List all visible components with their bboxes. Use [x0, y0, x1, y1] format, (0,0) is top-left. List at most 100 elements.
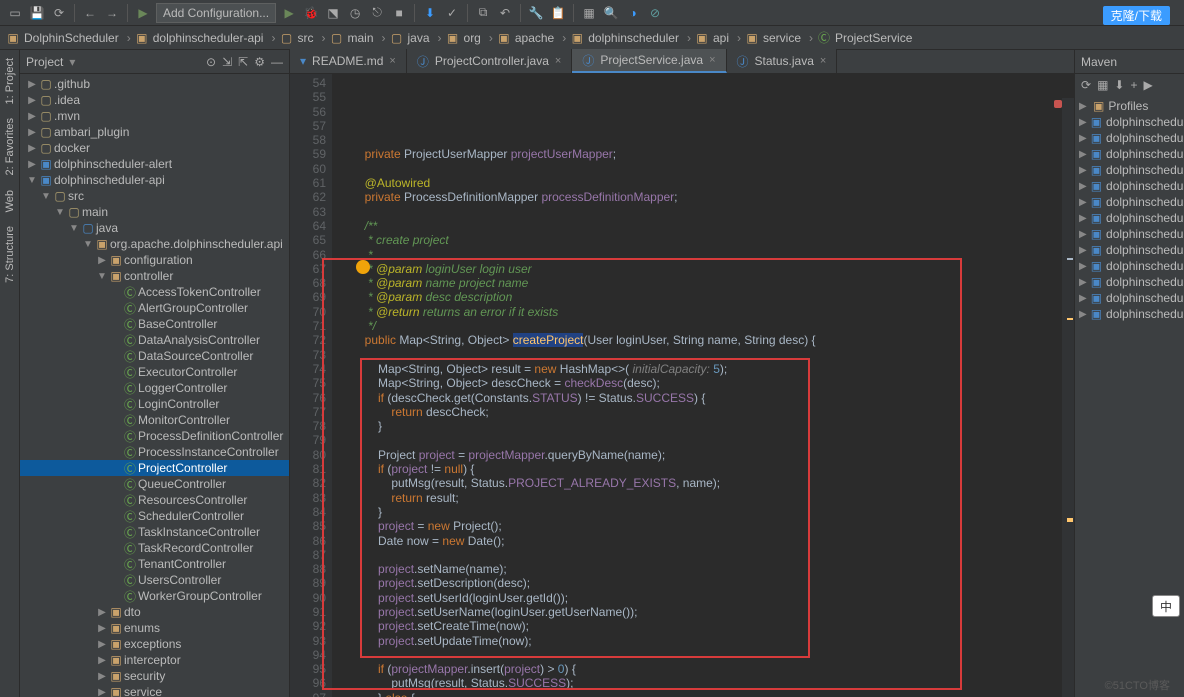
- code-line[interactable]: /**: [338, 219, 1074, 233]
- tree-node[interactable]: ⒸWorkerGroupController: [20, 588, 289, 604]
- maven-add-icon[interactable]: +: [1130, 78, 1137, 92]
- tree-node[interactable]: ⒸDataSourceController: [20, 348, 289, 364]
- tool-tab[interactable]: 7: Structure: [2, 220, 18, 289]
- tree-node[interactable]: ▶▣configuration: [20, 252, 289, 268]
- code-line[interactable]: project.setCreateTime(now);: [338, 619, 1074, 633]
- code-line[interactable]: */: [338, 319, 1074, 333]
- maven-module[interactable]: ▶▣dolphinscheduler-: [1075, 162, 1184, 178]
- enso-icon[interactable]: ◑: [624, 4, 642, 22]
- code-line[interactable]: * @param desc description: [338, 290, 1074, 304]
- tree-node[interactable]: ⒸUsersController: [20, 572, 289, 588]
- run-config-combo[interactable]: Add Configuration...: [156, 3, 276, 23]
- stop-icon[interactable]: ■: [390, 4, 408, 22]
- code-line[interactable]: Project project = projectMapper.queryByN…: [338, 448, 1074, 462]
- debug-icon[interactable]: 🐞: [302, 4, 320, 22]
- back-icon[interactable]: ←: [81, 4, 99, 22]
- maven-download-icon[interactable]: ⬇: [1114, 78, 1124, 92]
- tree-node[interactable]: ▶▢.idea: [20, 92, 289, 108]
- tree-node[interactable]: ▶▢.github: [20, 76, 289, 92]
- tree-node[interactable]: ⒸMonitorController: [20, 412, 289, 428]
- code-line[interactable]: project.setUserId(loginUser.getId());: [338, 591, 1074, 605]
- tree-node[interactable]: ⒸSchedulerController: [20, 508, 289, 524]
- code-line[interactable]: } else {: [338, 691, 1074, 697]
- tree-node[interactable]: ▶▣exceptions: [20, 636, 289, 652]
- no-entry-icon[interactable]: ⊘: [646, 4, 664, 22]
- tree-node[interactable]: ⒸLoginController: [20, 396, 289, 412]
- profile-icon[interactable]: ◷: [346, 4, 364, 22]
- tree-node[interactable]: ⒸTaskInstanceController: [20, 524, 289, 540]
- maven-module[interactable]: ▶▣dolphinscheduler-: [1075, 290, 1184, 306]
- search-icon[interactable]: 🔍: [602, 4, 620, 22]
- code-line[interactable]: [338, 433, 1074, 447]
- code-line[interactable]: return descCheck;: [338, 405, 1074, 419]
- coverage-icon[interactable]: ⬔: [324, 4, 342, 22]
- code-line[interactable]: putMsg(result, Status.PROJECT_ALREADY_EX…: [338, 476, 1074, 490]
- tree-node[interactable]: ⒸProcessDefinitionController: [20, 428, 289, 444]
- maven-module[interactable]: ▶▣dolphinscheduler-: [1075, 274, 1184, 290]
- tree-node[interactable]: ⒸDataAnalysisController: [20, 332, 289, 348]
- maven-module[interactable]: ▶▣dolphinscheduler-: [1075, 210, 1184, 226]
- code-line[interactable]: [338, 205, 1074, 219]
- maven-module[interactable]: ▶▣dolphinscheduler-: [1075, 226, 1184, 242]
- tree-node[interactable]: ▶▣dolphinscheduler-alert: [20, 156, 289, 172]
- tree-node[interactable]: ⒸTaskRecordController: [20, 540, 289, 556]
- maven-module[interactable]: ▶▣dolphinscheduler-: [1075, 258, 1184, 274]
- code-line[interactable]: private ProcessDefinitionMapper processD…: [338, 190, 1074, 204]
- editor-tab[interactable]: ⒿProjectService.java×: [572, 49, 726, 73]
- tree-node[interactable]: ▶▣dto: [20, 604, 289, 620]
- tree-node[interactable]: ⒸExecutorController: [20, 364, 289, 380]
- code-line[interactable]: [338, 548, 1074, 562]
- git-commit-icon[interactable]: ✓: [443, 4, 461, 22]
- tree-node[interactable]: ⒸBaseController: [20, 316, 289, 332]
- tree-node[interactable]: ⒸQueueController: [20, 476, 289, 492]
- code-line[interactable]: putMsg(result, Status.SUCCESS);: [338, 676, 1074, 690]
- tree-node[interactable]: ⒸTenantController: [20, 556, 289, 572]
- maven-profiles[interactable]: ▶▣Profiles: [1075, 98, 1184, 114]
- tree-node[interactable]: ▼▢java: [20, 220, 289, 236]
- tree-node[interactable]: ⒸProjectController: [20, 460, 289, 476]
- attach-icon[interactable]: ⎋: [368, 4, 386, 22]
- code-line[interactable]: [338, 348, 1074, 362]
- project-tree[interactable]: ▶▢.github▶▢.idea▶▢.mvn▶▢ambari_plugin▶▢d…: [20, 74, 289, 697]
- code-line[interactable]: Date now = new Date();: [338, 534, 1074, 548]
- project-structure-icon[interactable]: ▦: [580, 4, 598, 22]
- breadcrumb-item[interactable]: ▣DolphinScheduler: [6, 31, 131, 45]
- tree-node[interactable]: ▶▣enums: [20, 620, 289, 636]
- code-line[interactable]: [338, 162, 1074, 176]
- tree-node[interactable]: ▶▣interceptor: [20, 652, 289, 668]
- code-line[interactable]: * @param loginUser login user: [338, 262, 1074, 276]
- tree-node[interactable]: ▶▢.mvn: [20, 108, 289, 124]
- breadcrumb-item[interactable]: ▢src: [279, 31, 325, 45]
- close-icon[interactable]: ×: [389, 55, 395, 67]
- error-stripe[interactable]: [1062, 98, 1074, 697]
- code-line[interactable]: Map<String, Object> result = new HashMap…: [338, 362, 1074, 376]
- run-icon[interactable]: ▶: [280, 4, 298, 22]
- code-line[interactable]: * @param name project name: [338, 276, 1074, 290]
- tree-node[interactable]: ▼▢src: [20, 188, 289, 204]
- code-line[interactable]: if (project != null) {: [338, 462, 1074, 476]
- emmet-icon[interactable]: 📋: [549, 4, 567, 22]
- maven-module[interactable]: ▶▣dolphinscheduler-: [1075, 242, 1184, 258]
- error-indicator-icon[interactable]: [1054, 100, 1062, 108]
- code-line[interactable]: private ProjectUserMapper projectUserMap…: [338, 147, 1074, 161]
- code-area[interactable]: private ProjectUserMapper projectUserMap…: [332, 74, 1074, 697]
- tree-node[interactable]: ▶▢docker: [20, 140, 289, 156]
- breadcrumb-item[interactable]: ▣api: [695, 31, 741, 45]
- breadcrumb-item[interactable]: ▢java: [390, 31, 442, 45]
- select-opened-icon[interactable]: ⊙: [206, 55, 216, 69]
- tree-node[interactable]: ▼▣controller: [20, 268, 289, 284]
- tool-tab[interactable]: Web: [2, 184, 18, 218]
- editor-tab[interactable]: ⒿProjectController.java×: [407, 49, 573, 73]
- tree-node[interactable]: ▼▢main: [20, 204, 289, 220]
- wrench-icon[interactable]: 🔧: [527, 4, 545, 22]
- maven-generate-icon[interactable]: ▦: [1097, 78, 1108, 92]
- code-line[interactable]: project.setDescription(desc);: [338, 576, 1074, 590]
- code-line[interactable]: }: [338, 419, 1074, 433]
- maven-module[interactable]: ▶▣dolphinscheduler-: [1075, 114, 1184, 130]
- close-icon[interactable]: ×: [555, 55, 561, 67]
- maven-module[interactable]: ▶▣dolphinscheduler-: [1075, 130, 1184, 146]
- tool-tab[interactable]: 1: Project: [2, 52, 18, 110]
- code-line[interactable]: project = new Project();: [338, 519, 1074, 533]
- history-icon[interactable]: ⧉: [474, 4, 492, 22]
- maven-run-icon[interactable]: ▶: [1143, 78, 1152, 92]
